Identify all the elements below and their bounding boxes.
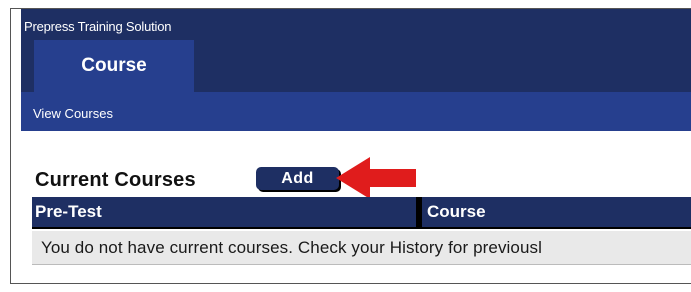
column-divider bbox=[416, 197, 422, 227]
add-course-button[interactable]: Add bbox=[256, 167, 339, 190]
tab-course[interactable]: Course bbox=[34, 40, 194, 92]
subnav-bar: View Courses bbox=[21, 92, 691, 131]
column-header-pre-test[interactable]: Pre-Test bbox=[35, 197, 102, 227]
view-courses-link[interactable]: View Courses bbox=[33, 106, 113, 121]
table-row-empty: You do not have current courses. Check y… bbox=[32, 231, 691, 265]
app-title: Prepress Training Solution bbox=[24, 19, 172, 34]
empty-courses-message: You do not have current courses. Check y… bbox=[41, 238, 543, 257]
red-arrow-left-icon bbox=[336, 157, 416, 199]
current-courses-heading: Current Courses bbox=[35, 169, 196, 191]
tab-bar: Course bbox=[21, 40, 691, 92]
column-header-course[interactable]: Course bbox=[427, 197, 486, 227]
app-title-bar: Prepress Training Solution bbox=[21, 9, 691, 40]
courses-table-header: Pre-Test Course bbox=[32, 197, 691, 229]
